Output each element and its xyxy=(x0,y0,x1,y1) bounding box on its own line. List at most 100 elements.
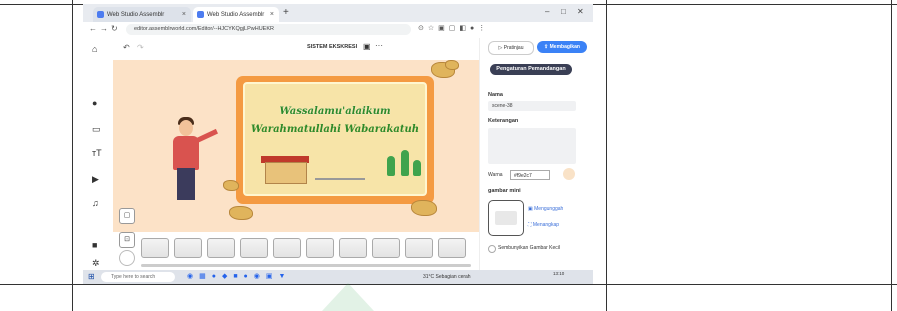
thumbnail-label: gambar mini xyxy=(488,188,521,194)
reload-icon[interactable]: ↻ xyxy=(111,24,118,33)
hide-thumbnail-label: Sembunyikan Gambar Kecil xyxy=(498,245,560,251)
tree xyxy=(413,160,421,176)
assemblr-favicon-icon xyxy=(97,11,104,18)
properties-panel: ▷ Pratinjau ⇪ Membagikan Pengaturan Pema… xyxy=(479,38,593,270)
maximize-button[interactable]: □ xyxy=(561,7,566,16)
scene-list-button[interactable]: ▢ xyxy=(119,208,135,224)
object-icon[interactable]: ● xyxy=(92,98,97,108)
description-textarea[interactable] xyxy=(488,128,576,164)
tree xyxy=(387,156,395,176)
rock-decoration xyxy=(445,60,459,70)
tab-label: Web Studio Assemblr xyxy=(107,11,165,18)
rock-decoration xyxy=(223,180,239,191)
record-button[interactable] xyxy=(119,250,135,266)
scene-thumbnail[interactable] xyxy=(273,238,301,258)
windows-start-icon[interactable]: ⊞ xyxy=(88,272,95,281)
thumbnail-image xyxy=(495,211,517,225)
table-left-border xyxy=(72,0,73,311)
screenshot: Web Studio Assemblr × Web Studio Assembl… xyxy=(83,4,593,284)
scene-thumbnail[interactable] xyxy=(207,238,235,258)
music-icon[interactable]: ♫ xyxy=(92,198,99,208)
teacher-head xyxy=(179,120,193,136)
hide-thumbnail-checkbox[interactable] xyxy=(488,245,496,253)
school-building xyxy=(265,162,307,184)
forward-icon[interactable]: → xyxy=(100,24,108,33)
teacher-arm xyxy=(195,128,218,143)
scene-canvas[interactable]: Wassalamu'alaikum Warahmatullahi Wabarak… xyxy=(113,60,479,232)
taskbar-search-input[interactable]: Type here to search xyxy=(101,272,175,282)
scene-thumbnail[interactable] xyxy=(141,238,169,258)
scene-thumbnail[interactable] xyxy=(438,238,466,258)
share-label: Membagikan xyxy=(549,44,580,50)
table-far-right-border xyxy=(891,0,892,311)
upload-button[interactable]: ▣ Mengunggah xyxy=(528,206,563,212)
rock-decoration xyxy=(229,206,253,220)
preview-label: Pratinjau xyxy=(503,45,524,51)
taskbar-clock[interactable]: 13:10 xyxy=(553,271,564,276)
road-line xyxy=(315,178,365,180)
greeting-board[interactable]: Wassalamu'alaikum Warahmatullahi Wabarak… xyxy=(243,82,427,196)
more-icon[interactable]: ··· xyxy=(375,41,383,50)
video-icon[interactable]: ■ xyxy=(92,240,97,250)
browser-extension-icons[interactable]: ⊙☆▣▢◧●⋮ xyxy=(418,24,489,32)
capture-button[interactable]: ⊡ xyxy=(119,232,135,248)
description-label: Keterangan xyxy=(488,118,519,124)
preview-button[interactable]: ▷ Pratinjau xyxy=(488,41,534,55)
table-right-border xyxy=(606,0,607,311)
color-swatch[interactable] xyxy=(563,168,575,180)
assemblr-favicon-icon xyxy=(197,11,204,18)
scene-name-field[interactable]: scene-38 xyxy=(488,101,576,111)
windows-taskbar: ⊞ Type here to search ◉▦●◆■●◉▣▼ 31°C Seb… xyxy=(83,270,593,284)
share-button[interactable]: ⇪ Membagikan xyxy=(537,41,587,53)
capture-label: Menangkap xyxy=(532,222,560,228)
back-icon[interactable]: ← xyxy=(89,24,97,33)
color-hex-field[interactable]: #f9e2c7 xyxy=(510,170,550,180)
view-settings-button[interactable]: Pengaturan Pemandangan xyxy=(490,64,572,75)
scene-filmstrip: ⊡ xyxy=(113,232,479,270)
name-label: Nama xyxy=(488,92,503,98)
text-icon[interactable]: ᴛT xyxy=(92,148,102,158)
url-input[interactable]: editor.assemblrworld.com/Editor/--HJCYKQ… xyxy=(126,24,411,35)
save-icon[interactable]: ▣ xyxy=(363,42,371,51)
table-bottom-border xyxy=(0,284,897,285)
redo-icon[interactable]: ↷ xyxy=(137,43,144,52)
filmstrip-scrollbar[interactable] xyxy=(141,264,471,267)
scene-thumbnail[interactable] xyxy=(339,238,367,258)
greeting-line-2: Warahmatullahi Wabarakatuh xyxy=(250,124,420,135)
play-icon[interactable]: ▶ xyxy=(92,174,99,185)
scene-thumbnail[interactable] xyxy=(174,238,202,258)
watermark-logo xyxy=(322,283,374,311)
address-bar-row: ← → ↻ editor.assemblrworld.com/Editor/--… xyxy=(83,22,593,39)
home-icon[interactable]: ⌂ xyxy=(92,44,97,54)
scene-thumbnail[interactable] xyxy=(306,238,334,258)
image-icon[interactable]: ▭ xyxy=(92,124,101,135)
capture-thumbnail-button[interactable]: ⛶ Menangkap xyxy=(528,222,559,228)
browser-tab-bar: Web Studio Assemblr × Web Studio Assembl… xyxy=(83,4,593,22)
taskbar-app-icons[interactable]: ◉▦●◆■●◉▣▼ xyxy=(187,272,291,280)
teacher-legs xyxy=(177,168,195,200)
greeting-line-1: Wassalamu'alaikum xyxy=(279,106,391,117)
close-tab-icon[interactable]: × xyxy=(182,11,186,18)
editor-top-bar: ↶ ↷ SISTEM EKSKRESI ▣ ··· xyxy=(113,38,479,61)
tab-label: Web Studio Assemblr xyxy=(207,11,265,18)
undo-icon[interactable]: ↶ xyxy=(123,43,130,52)
thumbnail-preview xyxy=(488,200,524,236)
close-window-button[interactable]: ✕ xyxy=(577,7,584,16)
tree xyxy=(401,150,409,176)
browser-tab[interactable]: Web Studio Assemblr × xyxy=(93,7,191,22)
scene-thumbnail[interactable] xyxy=(240,238,268,258)
scene-thumbnail[interactable] xyxy=(405,238,433,258)
upload-label: Mengunggah xyxy=(534,206,564,212)
browser-tab-active[interactable]: Web Studio Assemblr × xyxy=(193,7,279,22)
teacher-body xyxy=(173,136,199,170)
close-tab-icon[interactable]: × xyxy=(270,11,274,18)
color-label: Warna xyxy=(488,172,503,178)
editor-left-toolbar: ⌂ ● ▭ ᴛT ▶ ♫ ■ ✲ xyxy=(83,38,113,270)
gear-icon[interactable]: ✲ xyxy=(92,258,100,269)
weather-widget[interactable]: 31°C Sebagian cerah xyxy=(423,274,471,280)
minimize-button[interactable]: – xyxy=(545,7,549,16)
scene-thumbnail[interactable] xyxy=(372,238,400,258)
new-tab-button[interactable]: + xyxy=(283,7,289,18)
rock-decoration xyxy=(411,200,437,216)
project-title: SISTEM EKSKRESI xyxy=(307,44,358,50)
